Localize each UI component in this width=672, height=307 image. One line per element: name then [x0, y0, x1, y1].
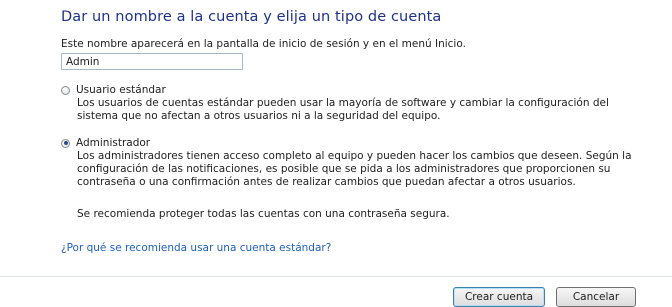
- name-prompt: Este nombre aparecerá en la pantalla de …: [61, 38, 466, 50]
- standard-user-option[interactable]: Usuario estándar: [61, 84, 166, 96]
- standard-user-label: Usuario estándar: [76, 84, 166, 96]
- help-link[interactable]: ¿Por qué se recomienda usar una cuenta e…: [61, 242, 331, 254]
- password-recommendation: Se recomienda proteger todas las cuentas…: [77, 208, 450, 220]
- cancel-button[interactable]: Cancelar: [556, 287, 636, 307]
- footer-divider: [0, 276, 672, 277]
- administrator-description: Los administradores tienen acceso comple…: [77, 150, 632, 188]
- administrator-label: Administrador: [76, 137, 151, 149]
- administrator-option[interactable]: Administrador: [61, 137, 150, 149]
- create-account-button[interactable]: Crear cuenta: [453, 287, 545, 307]
- standard-user-radio[interactable]: [61, 85, 70, 95]
- standard-user-description: Los usuarios de cuentas estándar pueden …: [77, 97, 609, 122]
- administrator-radio[interactable]: [61, 138, 70, 148]
- account-name-input[interactable]: [61, 53, 243, 70]
- page-title: Dar un nombre a la cuenta y elija un tip…: [61, 9, 442, 25]
